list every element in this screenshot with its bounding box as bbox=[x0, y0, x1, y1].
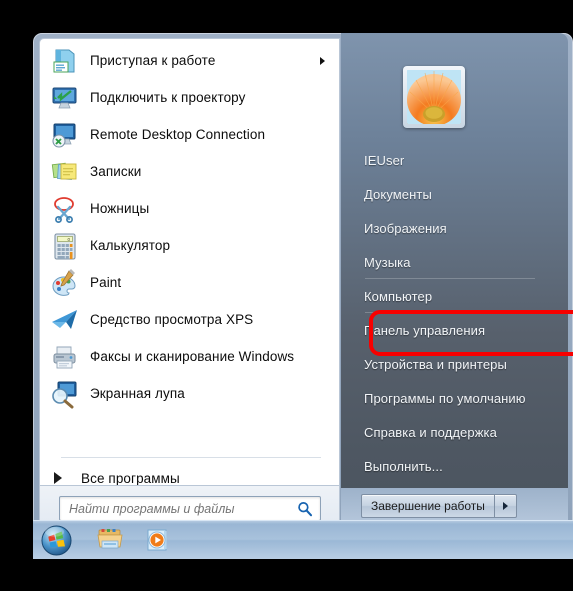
programs-divider bbox=[61, 457, 321, 458]
place-item-label: Компьютер bbox=[364, 288, 433, 304]
calculator-icon: 0 bbox=[50, 231, 80, 261]
program-item-3[interactable]: Remote Desktop Connection bbox=[40, 116, 339, 153]
fax-scan-icon bbox=[53, 346, 76, 368]
programs-list: Приступая к работе Подключить к проектору… bbox=[40, 42, 339, 412]
xps-viewer-icon bbox=[50, 305, 80, 335]
place-item-7[interactable]: Устройства и принтеры bbox=[341, 347, 568, 381]
windows-start-orb[interactable] bbox=[33, 521, 79, 559]
shutdown-strip: Завершение работы bbox=[341, 488, 568, 520]
sticky-notes-icon bbox=[51, 162, 77, 180]
program-item-label: Записки bbox=[90, 164, 142, 179]
place-item-label: Панель управления bbox=[364, 322, 486, 338]
program-item-label: Remote Desktop Connection bbox=[90, 127, 266, 142]
search-icon[interactable] bbox=[297, 501, 313, 517]
place-item-5[interactable]: Компьютер bbox=[341, 279, 568, 313]
right-arrow-icon bbox=[54, 472, 62, 484]
program-item-label: Средство просмотра XPS bbox=[90, 312, 254, 327]
program-item-label: Paint bbox=[90, 275, 122, 290]
desktop-screen: Приступая к работе Подключить к проектору… bbox=[0, 0, 573, 591]
start-orb-icon bbox=[40, 524, 72, 556]
place-item-6[interactable]: Панель управления bbox=[341, 313, 568, 347]
magnifier-icon bbox=[52, 381, 77, 408]
taskbar bbox=[33, 520, 573, 559]
submenu-arrow-icon bbox=[320, 56, 325, 65]
remote-desktop-icon bbox=[50, 120, 80, 150]
place-item-label: Справка и поддержка bbox=[364, 424, 497, 440]
avatar[interactable] bbox=[403, 66, 465, 128]
program-item-5[interactable]: Ножницы bbox=[40, 190, 339, 227]
paint-icon bbox=[50, 268, 80, 298]
place-item-label: Музыка bbox=[364, 254, 411, 270]
program-item-10[interactable]: Экранная лупа bbox=[40, 375, 339, 412]
getting-started-icon bbox=[53, 49, 75, 72]
search-box[interactable] bbox=[59, 496, 321, 521]
xps-viewer-icon bbox=[52, 309, 77, 329]
media-player-icon bbox=[147, 529, 167, 551]
program-item-7[interactable]: Paint bbox=[40, 264, 339, 301]
flower-icon bbox=[407, 70, 461, 124]
start-menu: Приступая к работе Подключить к проектору… bbox=[33, 33, 573, 532]
shutdown-button[interactable]: Завершение работы bbox=[361, 494, 494, 518]
taskbar-button-media-player[interactable] bbox=[137, 521, 179, 559]
places-list: IEUser Документы Изображения Музыка Компьюте… bbox=[341, 143, 568, 483]
place-item-8[interactable]: Программы по умолчанию bbox=[341, 381, 568, 415]
fax-scan-icon bbox=[50, 342, 80, 372]
place-item-label: Документы bbox=[364, 186, 432, 202]
calculator-icon: 0 bbox=[54, 232, 76, 260]
taskbar-button-explorer[interactable] bbox=[89, 521, 131, 559]
magnifier-icon bbox=[50, 379, 80, 409]
program-item-label: Калькулятор bbox=[90, 238, 171, 253]
remote-desktop-icon bbox=[52, 123, 76, 148]
shutdown-label: Завершение работы bbox=[371, 499, 485, 513]
place-item-label: IEUser bbox=[364, 152, 405, 168]
place-item-4[interactable]: Музыка bbox=[341, 245, 568, 279]
all-programs-label: Все программы bbox=[81, 470, 180, 486]
places-panel: IEUser Документы Изображения Музыка Компьюте… bbox=[341, 33, 568, 520]
search-input[interactable] bbox=[60, 497, 286, 520]
snipping-tool-icon bbox=[54, 196, 74, 223]
program-item-label: Факсы и сканирование Windows bbox=[90, 349, 295, 364]
program-item-label: Ножницы bbox=[90, 201, 150, 216]
place-item-label: Изображения bbox=[364, 220, 447, 236]
getting-started-icon bbox=[50, 46, 80, 76]
program-item-label: Приступая к работе bbox=[90, 53, 216, 68]
sticky-notes-icon bbox=[50, 157, 80, 187]
shutdown-options-button[interactable] bbox=[493, 494, 517, 518]
program-item-6[interactable]: 0 Калькулятор bbox=[40, 227, 339, 264]
program-item-1[interactable]: Приступая к работе bbox=[40, 42, 339, 79]
paint-icon bbox=[52, 268, 76, 296]
program-item-label: Экранная лупа bbox=[90, 386, 185, 401]
place-item-2[interactable]: Документы bbox=[341, 177, 568, 211]
avatar-image bbox=[407, 70, 461, 124]
program-item-label: Подключить к проектору bbox=[90, 90, 246, 105]
explorer-icon bbox=[97, 529, 123, 549]
place-item-label: Выполнить... bbox=[364, 458, 443, 474]
connect-projector-icon bbox=[50, 83, 80, 113]
place-item-label: Устройства и принтеры bbox=[364, 356, 507, 372]
programs-panel: Приступая к работе Подключить к проектору… bbox=[39, 38, 340, 486]
place-item-1[interactable]: IEUser bbox=[341, 143, 568, 177]
program-item-8[interactable]: Средство просмотра XPS bbox=[40, 301, 339, 338]
svg-text:0: 0 bbox=[67, 237, 70, 242]
place-item-9[interactable]: Справка и поддержка bbox=[341, 415, 568, 449]
connect-projector-icon bbox=[52, 87, 77, 108]
place-item-3[interactable]: Изображения bbox=[341, 211, 568, 245]
program-item-9[interactable]: Факсы и сканирование Windows bbox=[40, 338, 339, 375]
chevron-right-icon bbox=[502, 502, 508, 510]
place-item-label: Программы по умолчанию bbox=[364, 390, 526, 406]
all-programs-button[interactable]: Все программы bbox=[40, 463, 339, 486]
program-item-4[interactable]: Записки bbox=[40, 153, 339, 190]
program-item-2[interactable]: Подключить к проектору bbox=[40, 79, 339, 116]
snipping-tool-icon bbox=[50, 194, 80, 224]
place-item-10[interactable]: Выполнить... bbox=[341, 449, 568, 483]
shutdown-group: Завершение работы bbox=[361, 494, 517, 518]
